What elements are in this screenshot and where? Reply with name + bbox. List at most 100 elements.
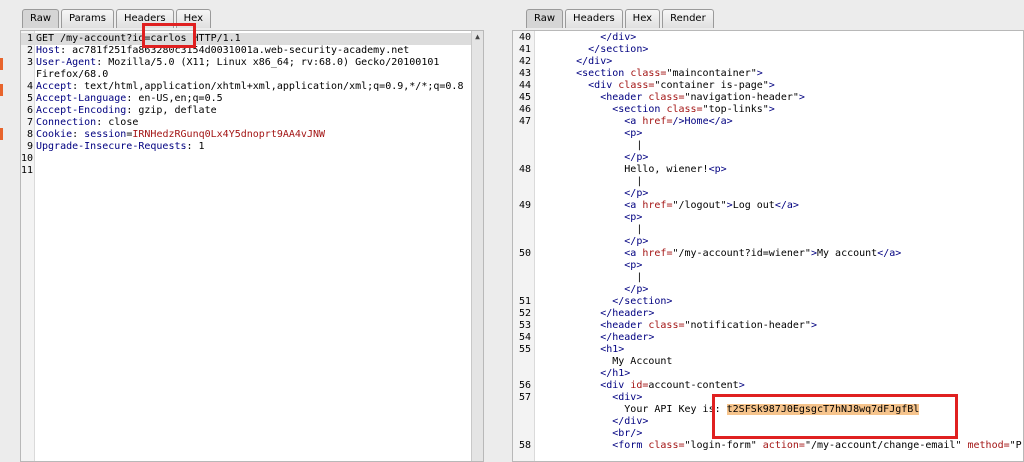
- code-text: GET /my-account?id=carlos HTTP/1.1: [36, 33, 241, 45]
- code-line[interactable]: 52 </header>: [513, 308, 1023, 320]
- code-line[interactable]: |: [513, 176, 1023, 188]
- code-line[interactable]: <p>: [513, 260, 1023, 272]
- code-token: </header>: [540, 332, 655, 343]
- code-line[interactable]: </div>: [513, 416, 1023, 428]
- code-line[interactable]: My Account: [513, 356, 1023, 368]
- code-line[interactable]: |: [513, 272, 1023, 284]
- code-line[interactable]: 3 User-Agent: Mozilla/5.0 (X11; Linux x86…: [21, 57, 483, 69]
- response-editor[interactable]: 40 </div> 41 </section> 42 </div> 43 <secti…: [512, 30, 1024, 462]
- line-number: 43: [518, 68, 531, 79]
- response-tab-headers[interactable]: Headers: [565, 9, 623, 28]
- code-line[interactable]: 41 </section>: [513, 44, 1023, 56]
- code-line[interactable]: </p>: [513, 188, 1023, 200]
- code-line[interactable]: 57 <div>: [513, 392, 1023, 404]
- code-line[interactable]: |: [513, 140, 1023, 152]
- request-tab-hex[interactable]: Hex: [175, 9, 211, 28]
- line-number: 8: [26, 129, 33, 140]
- code-line[interactable]: 55 <h1>: [513, 344, 1023, 356]
- code-token: </section>: [540, 296, 673, 307]
- code-text: Accept: text/html,application/xhtml+xml,…: [36, 81, 463, 93]
- code-line[interactable]: Firefox/68.0: [21, 69, 483, 81]
- code-line[interactable]: 7 Connection: close: [21, 117, 483, 129]
- code-line[interactable]: </p>: [513, 152, 1023, 164]
- code-line[interactable]: 47 <a href=/>Home</a>: [513, 116, 1023, 128]
- code-line[interactable]: 53 <header class="notification-header">: [513, 320, 1023, 332]
- code-line[interactable]: 44 <div class="container is-page">: [513, 80, 1023, 92]
- code-line[interactable]: 46 <section class="top-links">: [513, 104, 1023, 116]
- request-tab-params[interactable]: Params: [61, 9, 114, 28]
- code-token: <section: [540, 104, 667, 115]
- code-token: Firefox/68.0: [36, 69, 109, 80]
- code-token: >: [768, 104, 775, 115]
- code-line[interactable]: </p>: [513, 236, 1023, 248]
- code-text: <p>: [540, 128, 642, 140]
- code-token: session: [84, 129, 127, 140]
- code-token: </p>: [540, 284, 649, 295]
- code-line[interactable]: </p>: [513, 284, 1023, 296]
- code-line[interactable]: 49 <a href="/logout">Log out</a>: [513, 200, 1023, 212]
- code-line[interactable]: 11: [21, 165, 483, 177]
- code-token: class=: [648, 440, 685, 451]
- code-text: </p>: [540, 284, 648, 296]
- code-text: <h1>: [540, 344, 624, 356]
- code-line[interactable]: 9 Upgrade-Insecure-Requests: 1: [21, 141, 483, 153]
- code-line[interactable]: 56 <div id=account-content>: [513, 380, 1023, 392]
- code-token: <div: [540, 80, 619, 91]
- response-tab-hex[interactable]: Hex: [624, 9, 661, 28]
- request-editor[interactable]: 1 GET /my-account?id=carlos HTTP/1.1 2 Host…: [20, 30, 484, 462]
- code-line[interactable]: 43 <section class="maincontainer">: [513, 68, 1023, 80]
- request-scrollbar[interactable]: ▲: [471, 31, 483, 461]
- code-line[interactable]: 2 Host: ac781f251fa863280c3154d0031001a.w…: [21, 45, 483, 57]
- code-token: |: [540, 176, 643, 187]
- code-token: href=: [642, 248, 673, 259]
- code-line[interactable]: 58 <form class="login-form" action="/my-…: [513, 440, 1023, 452]
- code-token: "navigation-header": [684, 92, 799, 103]
- code-line[interactable]: 5 Accept-Language: en-US,en;q=0.5: [21, 93, 483, 105]
- code-text: Your API Key is: t2SFSk987J0EgsgcT7hNJ8w…: [540, 404, 920, 416]
- code-text: <br/>: [540, 428, 642, 440]
- code-line[interactable]: <br/>: [513, 428, 1023, 440]
- line-number: 54: [518, 332, 531, 343]
- code-line[interactable]: <p>: [513, 128, 1023, 140]
- line-number: 53: [518, 320, 531, 331]
- code-text: |: [540, 140, 642, 152]
- code-line[interactable]: 1 GET /my-account?id=carlos HTTP/1.1: [21, 33, 483, 45]
- line-number: 40: [518, 32, 531, 43]
- request-tab-headers[interactable]: Headers: [115, 9, 174, 28]
- code-line[interactable]: 42 </div>: [513, 56, 1023, 68]
- code-line[interactable]: 8 Cookie: session=IRNHedzRGunq0Lx4Y5dnopr…: [21, 129, 483, 141]
- code-text: <a href="/my-account?id=wiener">My accou…: [540, 248, 901, 260]
- code-token: <a: [540, 116, 643, 127]
- code-line[interactable]: 10: [21, 153, 483, 165]
- code-line[interactable]: 48 Hello, wiener!<p>: [513, 164, 1023, 176]
- code-text: <a href="/logout">Log out</a>: [540, 200, 799, 212]
- code-token: "login-form": [684, 440, 763, 451]
- code-line[interactable]: 51 </section>: [513, 296, 1023, 308]
- code-line[interactable]: 50 <a href="/my-account?id=wiener">My ac…: [513, 248, 1023, 260]
- code-line[interactable]: 4 Accept: text/html,application/xhtml+xml…: [21, 81, 483, 93]
- code-token: <a: [540, 200, 643, 211]
- code-token: "P: [1009, 440, 1022, 451]
- code-line[interactable]: Your API Key is: t2SFSk987J0EgsgcT7hNJ8w…: [513, 404, 1023, 416]
- code-token: : gzip, deflate: [126, 105, 217, 116]
- response-tab-raw[interactable]: Raw: [526, 9, 564, 28]
- line-number: 7: [26, 117, 33, 128]
- code-line[interactable]: </h1>: [513, 368, 1023, 380]
- request-tab-raw[interactable]: Raw: [22, 9, 60, 28]
- code-token: <p>: [540, 128, 643, 139]
- code-token: Accept: [36, 81, 73, 92]
- response-tab-render[interactable]: Render: [662, 9, 714, 28]
- code-token: href=: [642, 200, 673, 211]
- code-token: "notification-header": [684, 320, 811, 331]
- code-line[interactable]: 54 </header>: [513, 332, 1023, 344]
- code-line[interactable]: <p>: [513, 212, 1023, 224]
- code-text: <div id=account-content>: [540, 380, 745, 392]
- code-line[interactable]: 45 <header class="navigation-header">: [513, 92, 1023, 104]
- code-line[interactable]: 6 Accept-Encoding: gzip, deflate: [21, 105, 483, 117]
- scroll-up-arrow-icon[interactable]: ▲: [472, 31, 483, 43]
- api-key-value: t2SFSk987J0EgsgcT7hNJ8wq7dFJgfBl: [726, 404, 920, 415]
- code-token: </a>: [774, 200, 799, 211]
- code-text: User-Agent: Mozilla/5.0 (X11; Linux x86_…: [36, 57, 439, 69]
- code-line[interactable]: 40 </div>: [513, 32, 1023, 44]
- code-line[interactable]: |: [513, 224, 1023, 236]
